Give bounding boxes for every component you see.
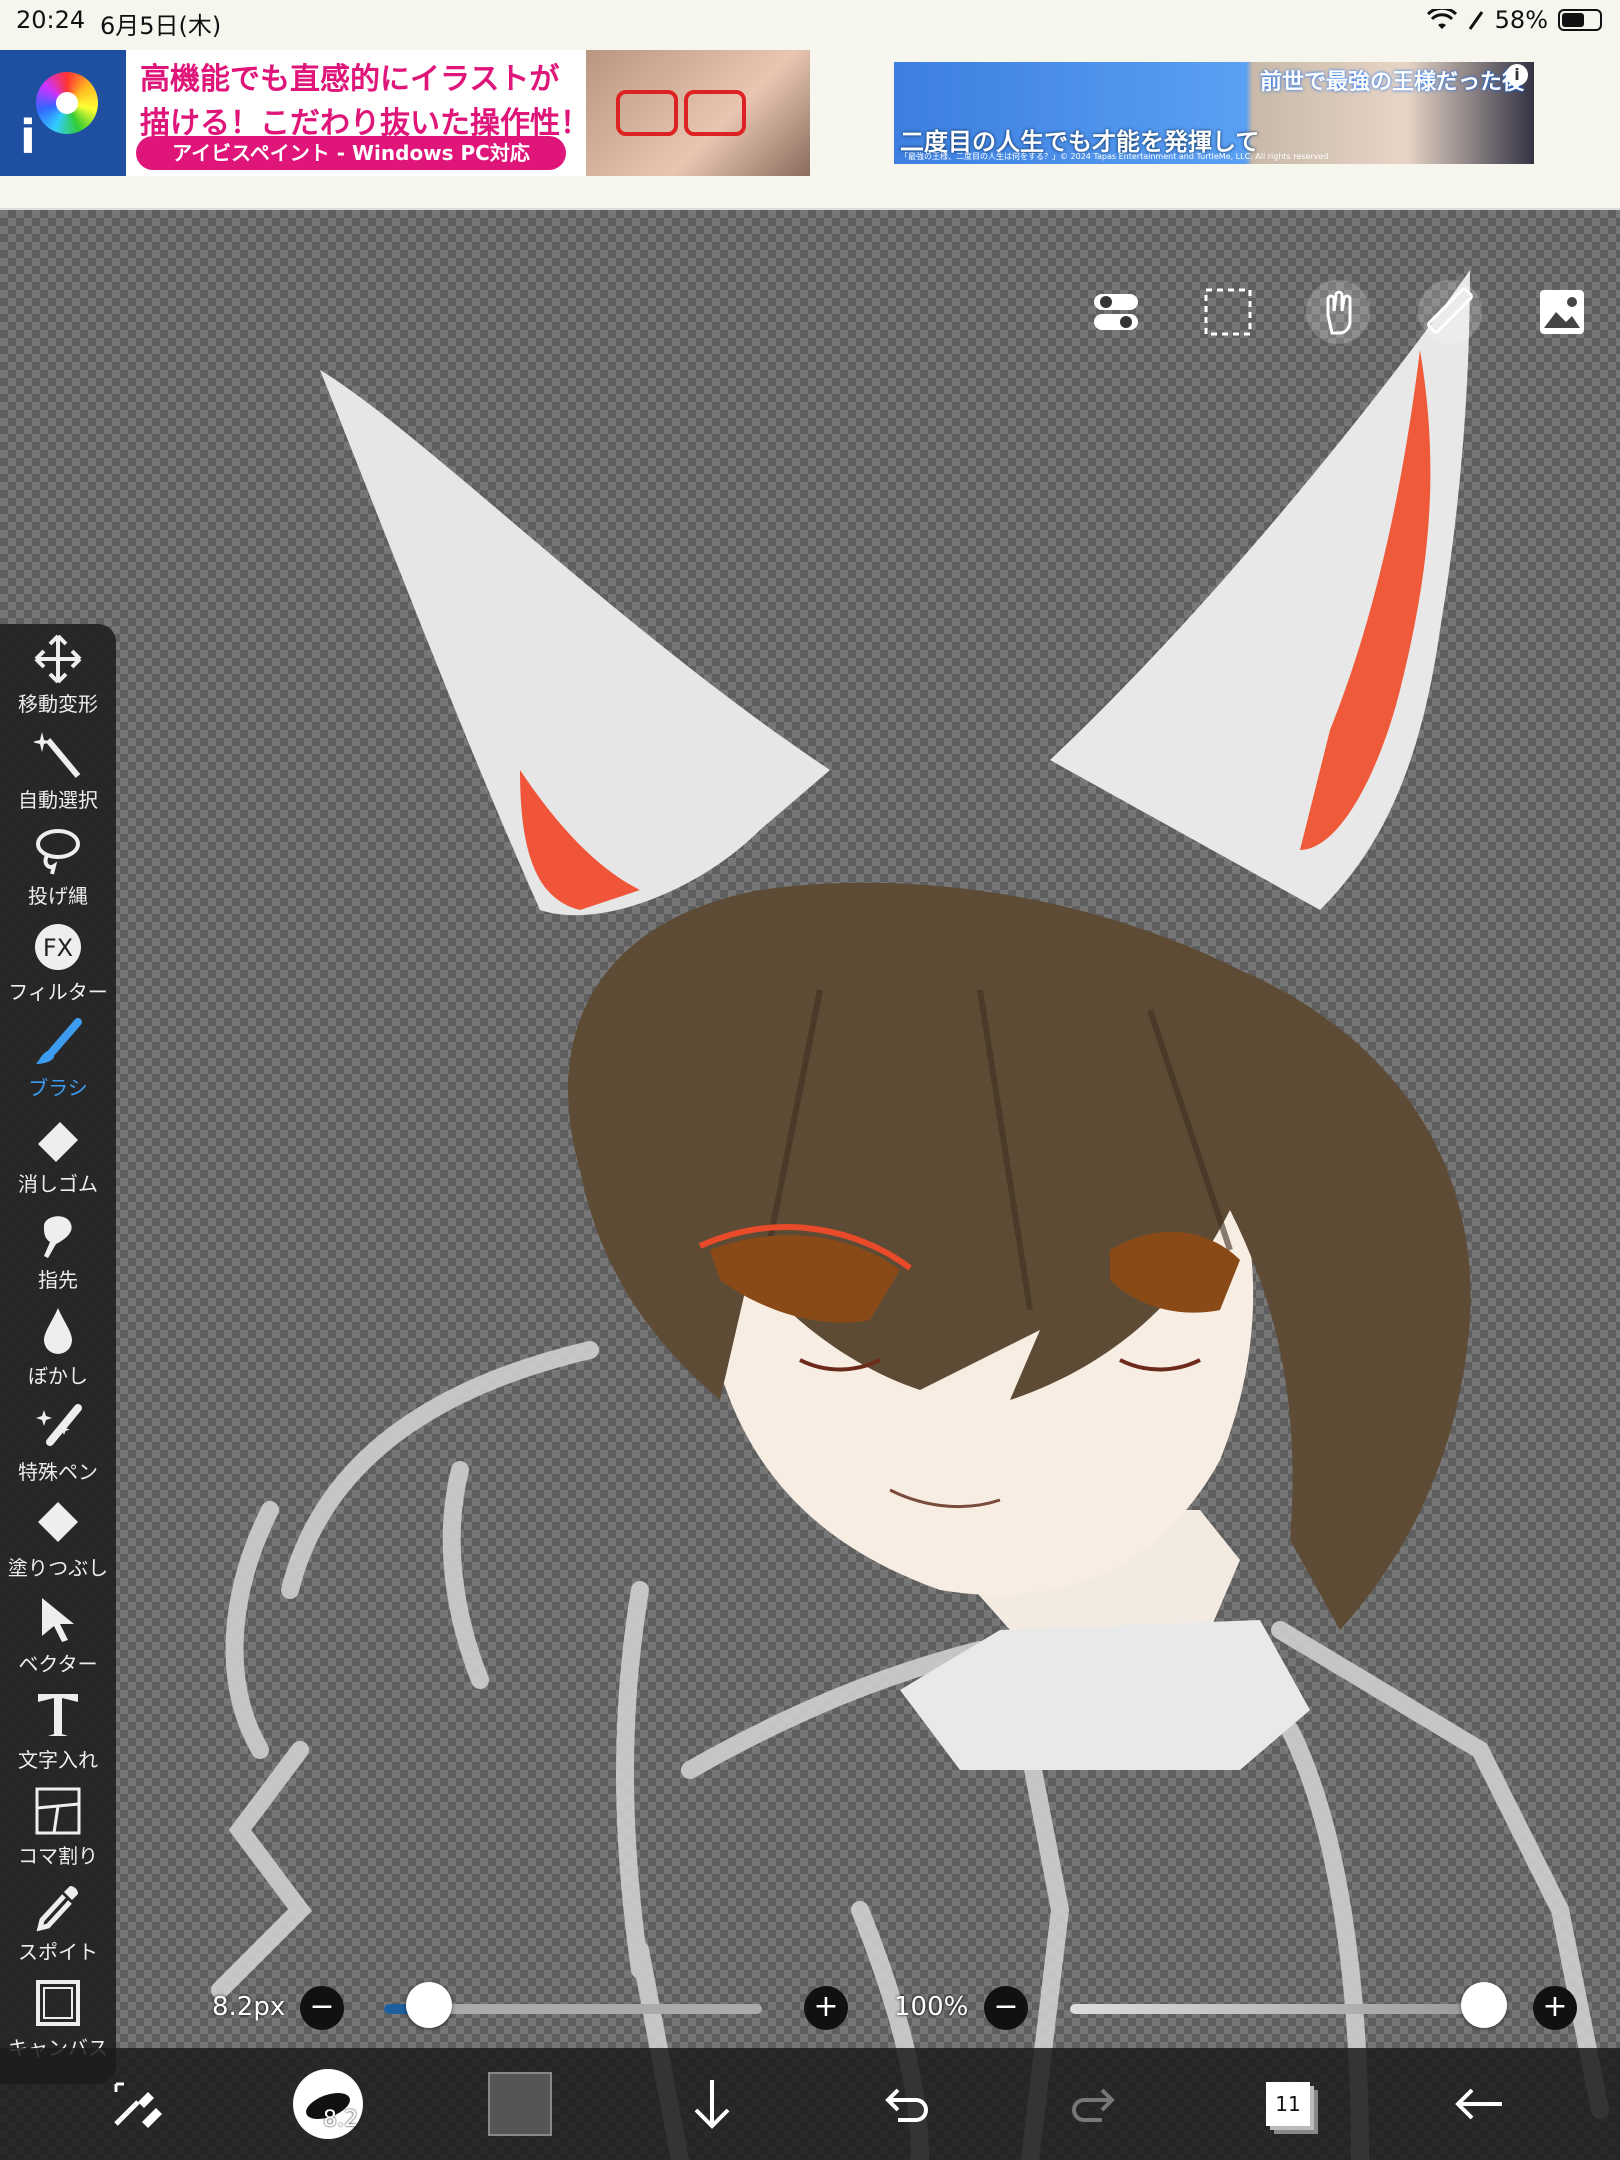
status-date: 6月5日(木): [100, 12, 222, 40]
tool-label: 移動変形: [18, 692, 98, 716]
battery-percent: 58%: [1494, 6, 1548, 34]
opacity-value: 100%: [894, 1992, 969, 2022]
ibispaint-ad[interactable]: i 高機能でも直感的にイラストが 描ける！こだわり抜いた操作性！ アイビスペイン…: [0, 50, 810, 176]
tool-blur[interactable]: ぼかし: [0, 1302, 116, 1398]
ad-cta-pill: アイビスペイント - Windows PC対応: [136, 136, 566, 170]
manga-ad-title: 前世で最強の王様だった後: [1259, 70, 1524, 95]
svg-text:FX: FX: [43, 934, 73, 962]
status-bar: 20:24 6月5日(木) 58%: [0, 0, 1620, 44]
drawing-canvas[interactable]: 移動変形 自動選択 投げ縄 FX フィルター ブラシ 消しゴム 指先 ぼかし 特…: [0, 210, 1620, 2160]
quick-tool-switch-icon[interactable]: [100, 2068, 172, 2140]
tool-frame-divider[interactable]: コマ割り: [0, 1782, 116, 1878]
text-icon: [38, 1694, 78, 1736]
tool-label: 投げ縄: [28, 884, 88, 908]
ruler-icon[interactable]: [1418, 280, 1482, 344]
selection-rect-icon[interactable]: [1196, 280, 1260, 344]
magic-wand-icon: [34, 732, 81, 778]
manga-ad-fineprint: 「最強の王様、二度目の人生は何をする？」© 2024 Tapas Enterta…: [900, 152, 1329, 161]
touch-gesture-icon[interactable]: [1306, 280, 1370, 344]
tool-label: 塗りつぶし: [7, 1556, 109, 1580]
ibispaint-logo-icon: i: [0, 50, 126, 176]
eyedropper-icon: [36, 1886, 78, 1932]
ad-info-icon[interactable]: i: [1506, 64, 1528, 86]
tool-label: 指先: [38, 1268, 78, 1292]
tool-fill[interactable]: 塗りつぶし: [0, 1494, 116, 1590]
tool-lasso[interactable]: 投げ縄: [0, 822, 116, 918]
tool-eyedropper[interactable]: スポイト: [0, 1878, 116, 1974]
tool-label: スポイト: [18, 1940, 98, 1964]
fill-bucket-icon: [38, 1502, 78, 1542]
move-transform-icon: [34, 634, 82, 684]
tool-smudge[interactable]: 指先: [0, 1206, 116, 1302]
tool-label: 消しゴム: [18, 1172, 98, 1196]
tool-move-transform[interactable]: 移動変形: [0, 630, 116, 726]
smudge-finger-icon: [44, 1216, 72, 1258]
opacity-knob[interactable]: [1461, 1982, 1507, 2028]
tool-label: 自動選択: [18, 788, 98, 812]
layers-icon: 11: [1266, 2082, 1310, 2126]
redo-icon[interactable]: [1060, 2068, 1132, 2140]
brush-preview-icon: 8.2: [293, 2069, 363, 2139]
pencil-status-icon: [1468, 11, 1483, 30]
slider-row: 8.2px − + 100% − +: [0, 1980, 1620, 2036]
ad-banner-bar: i 高機能でも直感的にイラストが 描ける！こだわり抜いた操作性！ アイビスペイン…: [0, 44, 1620, 210]
tool-eraser[interactable]: 消しゴム: [0, 1110, 116, 1206]
tool-label: ブラシ: [28, 1076, 88, 1100]
vector-cursor-icon: [42, 1598, 74, 1642]
tool-label: ベクター: [18, 1652, 98, 1676]
brush-icon: [36, 1018, 82, 1064]
status-time: 20:24: [16, 6, 86, 34]
toggle-settings-icon[interactable]: [1084, 280, 1148, 344]
brush-preview-size: 8.2: [323, 2107, 358, 2132]
opacity-decrease-button[interactable]: −: [984, 1986, 1028, 2030]
layers-button[interactable]: 11: [1252, 2068, 1324, 2140]
tool-brush[interactable]: ブラシ: [0, 1014, 116, 1110]
download-arrow-icon[interactable]: [676, 2068, 748, 2140]
tool-magic-wand[interactable]: 自動選択: [0, 726, 116, 822]
eraser-icon: [38, 1122, 78, 1162]
tool-text[interactable]: 文字入れ: [0, 1686, 116, 1782]
tool-label: 文字入れ: [18, 1748, 98, 1772]
manga-ad[interactable]: 前世で最強の王様だった後 二度目の人生でも才能を発揮して 「最強の王様、二度目の…: [894, 62, 1534, 164]
artwork-illustration: [211, 270, 1609, 2160]
special-pen-icon: [36, 1404, 82, 1446]
tool-vector[interactable]: ベクター: [0, 1590, 116, 1686]
tool-label: コマ割り: [18, 1844, 98, 1868]
lasso-icon: [36, 829, 80, 875]
frame-divider-icon: [35, 1787, 81, 1835]
tool-label: ぼかし: [28, 1364, 88, 1388]
back-arrow-icon[interactable]: [1444, 2068, 1516, 2140]
tool-filter[interactable]: FX フィルター: [0, 918, 116, 1014]
ad-character-image: [586, 50, 810, 176]
color-picker-button[interactable]: [484, 2068, 556, 2140]
brush-size-increase-button[interactable]: +: [804, 1986, 848, 2030]
opacity-slider[interactable]: [1070, 2004, 1484, 2014]
tool-special-pen[interactable]: 特殊ペン: [0, 1398, 116, 1494]
brush-preview-button[interactable]: 8.2: [292, 2068, 364, 2140]
tool-label: 特殊ペン: [18, 1460, 98, 1484]
tool-sidebar: 移動変形 自動選択 投げ縄 FX フィルター ブラシ 消しゴム 指先 ぼかし 特…: [0, 624, 116, 2084]
status-right: 58%: [1426, 6, 1602, 34]
brush-size-decrease-button[interactable]: −: [300, 1986, 344, 2030]
tool-label: フィルター: [8, 980, 108, 1004]
brush-size-knob[interactable]: [406, 1982, 453, 2028]
reference-image-icon[interactable]: [1530, 280, 1594, 344]
brush-size-value: 8.2px: [212, 1992, 286, 2022]
current-color-swatch: [488, 2072, 552, 2136]
battery-icon: [1558, 9, 1602, 31]
blur-drop-icon: [44, 1308, 72, 1354]
undo-icon[interactable]: [868, 2068, 940, 2140]
filter-fx-icon: FX: [35, 924, 81, 970]
bottom-toolbar: 8.2 11: [0, 2048, 1620, 2160]
wifi-icon: [1426, 9, 1457, 29]
opacity-increase-button[interactable]: +: [1533, 1986, 1577, 2030]
